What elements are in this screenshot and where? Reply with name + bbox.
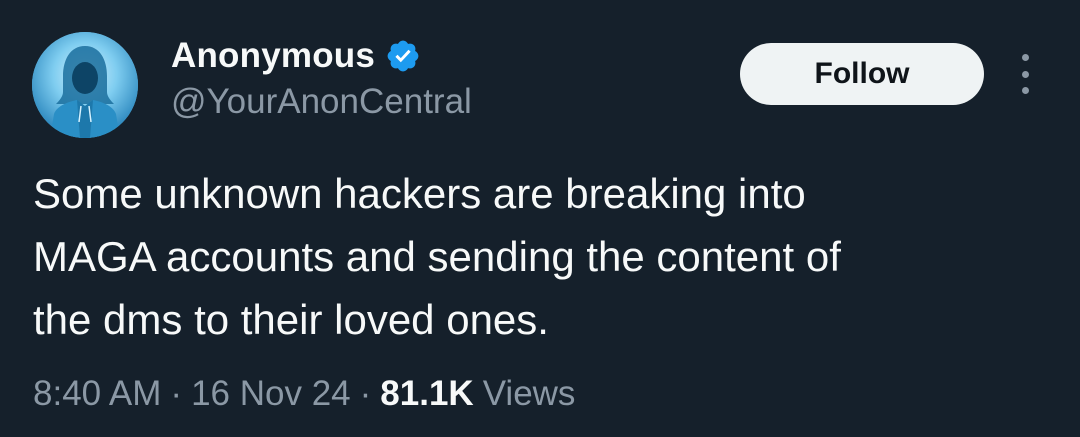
- more-dot: [1021, 70, 1029, 78]
- author-name-row: Anonymous: [171, 34, 421, 78]
- follow-button[interactable]: Follow: [740, 43, 984, 105]
- avatar[interactable]: [32, 32, 138, 138]
- author-display-name[interactable]: Anonymous: [171, 36, 375, 76]
- more-vertical-icon[interactable]: [1010, 54, 1040, 94]
- tweet-metadata: 8:40 AM · 16 Nov 24 · 81.1K Views: [33, 374, 575, 414]
- separator-dot: ·: [359, 374, 372, 413]
- tweet-date[interactable]: 16 Nov 24: [191, 374, 351, 414]
- more-dot: [1021, 54, 1029, 61]
- author-handle[interactable]: @YourAnonCentral: [171, 82, 472, 122]
- views-count[interactable]: 81.1K: [380, 374, 473, 414]
- verified-badge-icon[interactable]: [385, 38, 421, 74]
- separator-dot: ·: [170, 374, 183, 413]
- hooded-figure-icon: [32, 32, 138, 138]
- more-dot: [1021, 87, 1029, 94]
- tweet-time[interactable]: 8:40 AM: [33, 374, 161, 414]
- views-label: Views: [482, 374, 576, 413]
- tweet-text: Some unknown hackers are breaking into M…: [33, 170, 841, 343]
- tweet-card: Anonymous @YourAnonCentral Follow Some u…: [0, 0, 1080, 437]
